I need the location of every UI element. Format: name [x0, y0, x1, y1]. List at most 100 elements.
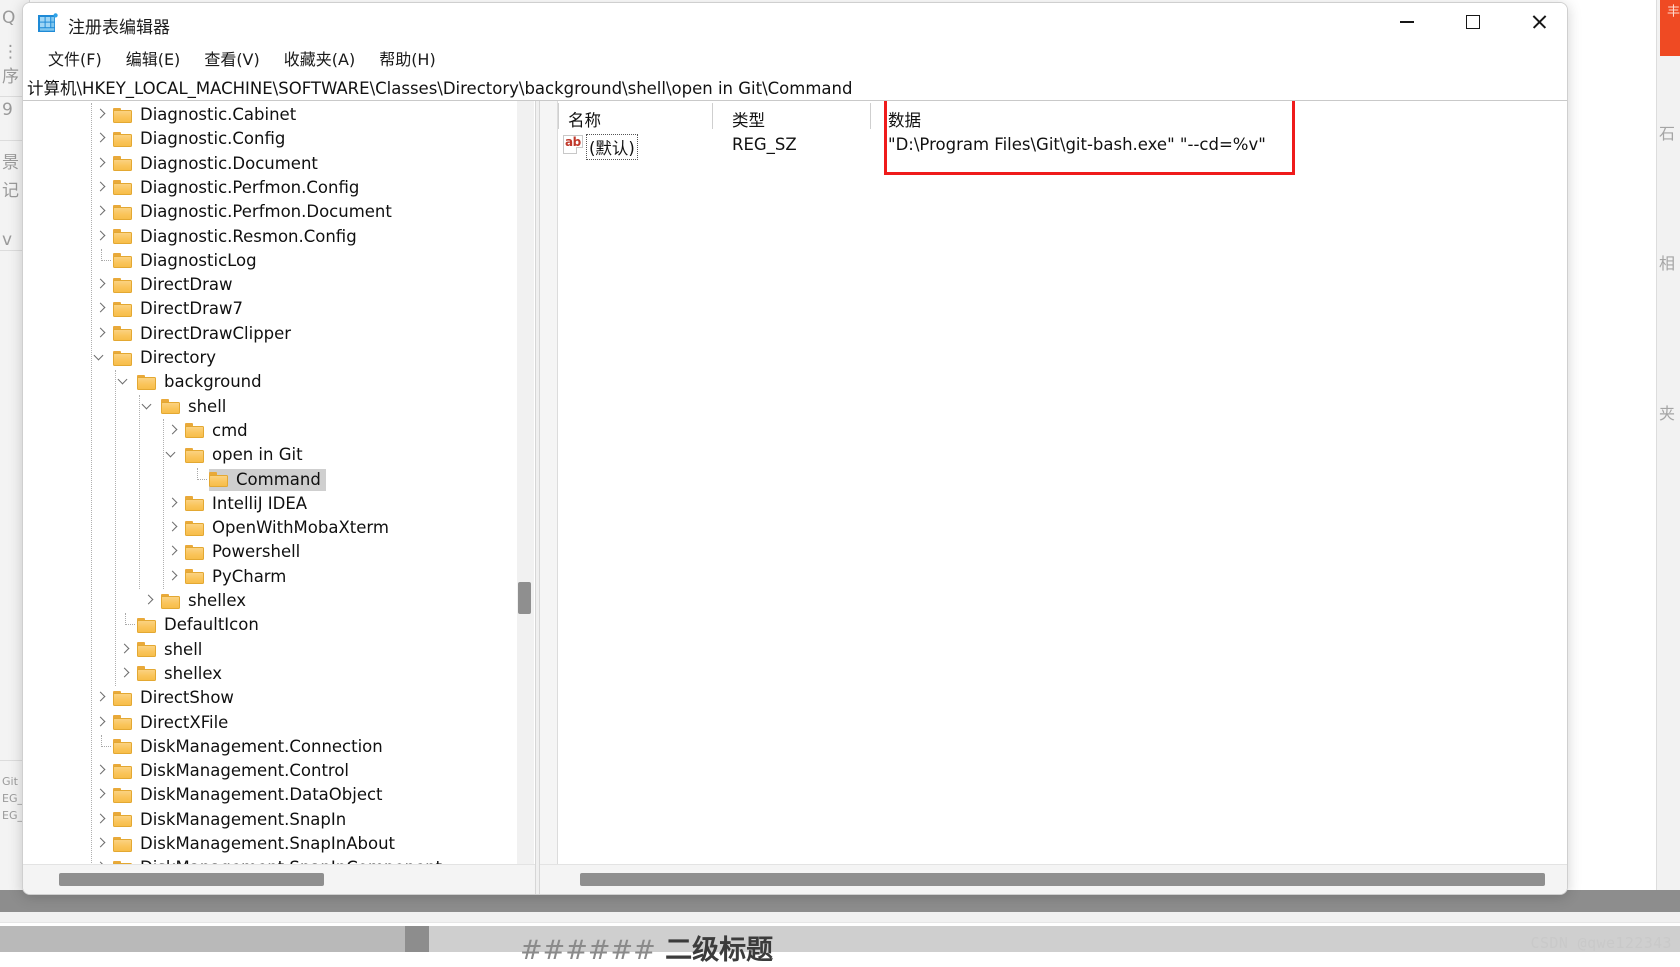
tree-toggle[interactable] — [139, 589, 161, 613]
tree-item-content[interactable]: Diagnostic.Perfmon.Document — [113, 201, 394, 223]
tree-item[interactable]: DiskManagement.SnapInComponent — [45, 856, 444, 864]
values-horizontal-scroll-thumb[interactable] — [580, 873, 1545, 886]
tree-item[interactable]: DirectDraw — [45, 273, 235, 297]
chevron-down-icon[interactable] — [93, 350, 104, 361]
tree-item-content[interactable]: background — [137, 371, 264, 393]
tree-toggle[interactable] — [115, 370, 137, 394]
chevron-right-icon[interactable] — [95, 327, 106, 338]
tree-item[interactable]: Diagnostic.Resmon.Config — [45, 225, 359, 249]
tree-item-content[interactable]: IntelliJ IDEA — [185, 493, 309, 515]
tree-item[interactable]: Command — [45, 467, 326, 492]
chevron-right-icon[interactable] — [95, 278, 106, 289]
tree-item[interactable]: DiskManagement.Connection — [45, 734, 385, 759]
tree-toggle[interactable] — [91, 686, 113, 710]
chevron-right-icon[interactable] — [95, 181, 106, 192]
tree-item-content[interactable]: Directory — [113, 347, 218, 369]
tree-item[interactable]: DirectXFile — [45, 711, 230, 735]
tree-item[interactable]: DirectDrawClipper — [45, 322, 293, 346]
tree-toggle[interactable] — [115, 662, 137, 686]
tree-item-content[interactable]: cmd — [185, 420, 250, 442]
tree-toggle[interactable] — [91, 734, 113, 759]
tree-item-content[interactable]: shellex — [137, 663, 224, 685]
chevron-right-icon[interactable] — [95, 132, 106, 143]
tree-item-content[interactable]: open in Git — [185, 444, 305, 466]
tree-item[interactable]: Diagnostic.Perfmon.Document — [45, 200, 394, 224]
chevron-right-icon[interactable] — [167, 424, 178, 435]
menu-file[interactable]: 文件(F) — [39, 44, 111, 72]
tree-item[interactable]: DirectShow — [45, 686, 236, 710]
chevron-right-icon[interactable] — [95, 837, 106, 848]
values-horizontal-scrollbar[interactable] — [540, 864, 1567, 894]
tree-toggle[interactable] — [91, 297, 113, 321]
chevron-right-icon[interactable] — [95, 157, 106, 168]
tree-item-content[interactable]: DirectDrawClipper — [113, 323, 293, 345]
tree-item[interactable]: Powershell — [45, 540, 302, 564]
tree-item[interactable]: background — [45, 370, 264, 394]
tree-vertical-scrollbar[interactable] — [517, 101, 534, 864]
minimize-button[interactable] — [1383, 3, 1431, 41]
tree-toggle[interactable] — [163, 565, 185, 589]
tree-toggle[interactable] — [163, 540, 185, 564]
tree-toggle[interactable] — [91, 225, 113, 249]
chevron-right-icon[interactable] — [95, 302, 106, 313]
chevron-right-icon[interactable] — [95, 108, 106, 119]
registry-key-tree[interactable]: Diagnostic.Cabinet Diagnostic.Config Diagn… — [45, 101, 535, 864]
tree-horizontal-scrollbar[interactable] — [23, 864, 535, 894]
tree-item-content[interactable]: Diagnostic.Resmon.Config — [113, 226, 359, 248]
chevron-down-icon[interactable] — [165, 447, 176, 458]
tree-item-content[interactable]: Diagnostic.Perfmon.Config — [113, 177, 361, 199]
tree-item-content[interactable]: DirectXFile — [113, 712, 230, 734]
menu-help[interactable]: 帮助(H) — [370, 44, 445, 72]
chevron-right-icon[interactable] — [167, 521, 178, 532]
tree-item[interactable]: Directory — [45, 346, 218, 370]
tree-item[interactable]: Diagnostic.Cabinet — [45, 103, 298, 127]
tree-item-content[interactable]: DirectDraw — [113, 274, 235, 296]
tree-toggle[interactable] — [115, 638, 137, 662]
tree-item[interactable]: DirectDraw7 — [45, 297, 245, 321]
chevron-right-icon[interactable] — [119, 643, 130, 654]
tree-toggle[interactable] — [163, 443, 185, 467]
tree-toggle[interactable] — [91, 856, 113, 864]
tree-item-content[interactable]: DiagnosticLog — [113, 250, 259, 272]
tree-item[interactable]: shellex — [45, 662, 224, 686]
tree-item-content[interactable]: DiskManagement.SnapIn — [113, 809, 348, 831]
chevron-right-icon[interactable] — [95, 788, 106, 799]
tree-item-content[interactable]: DiskManagement.SnapInComponent — [113, 857, 444, 864]
tree-item-content[interactable]: shellex — [161, 590, 248, 612]
tree-item[interactable]: shell — [45, 638, 204, 662]
menu-favorites[interactable]: 收藏夹(A) — [275, 44, 364, 72]
tree-item-content[interactable]: PyCharm — [185, 566, 288, 588]
close-button[interactable] — [1515, 3, 1563, 41]
chevron-right-icon[interactable] — [143, 594, 154, 605]
chevron-right-icon[interactable] — [167, 545, 178, 556]
tree-toggle[interactable] — [163, 516, 185, 540]
tree-toggle[interactable] — [91, 759, 113, 783]
tree-toggle[interactable] — [91, 200, 113, 224]
tree-item-content[interactable]: shell — [137, 639, 204, 661]
tree-item[interactable]: DiskManagement.SnapInAbout — [45, 832, 397, 856]
tree-item[interactable]: Diagnostic.Perfmon.Config — [45, 176, 361, 200]
tree-toggle[interactable] — [91, 248, 113, 273]
column-header-type[interactable]: 类型 — [732, 107, 765, 131]
tree-toggle[interactable] — [187, 467, 209, 492]
tree-item-content[interactable]: DiskManagement.DataObject — [113, 784, 385, 806]
chevron-right-icon[interactable] — [167, 497, 178, 508]
tree-toggle[interactable] — [91, 711, 113, 735]
tree-item-content[interactable]: DiskManagement.Connection — [113, 736, 385, 758]
tree-item-content[interactable]: shell — [161, 396, 228, 418]
tree-toggle[interactable] — [91, 103, 113, 127]
tree-item[interactable]: open in Git — [45, 443, 305, 467]
tree-item-content[interactable]: Powershell — [185, 541, 302, 563]
tree-item[interactable]: IntelliJ IDEA — [45, 492, 309, 516]
menu-edit[interactable]: 编辑(E) — [117, 44, 190, 72]
tree-item[interactable]: DiskManagement.Control — [45, 759, 351, 783]
tree-toggle[interactable] — [91, 808, 113, 832]
menu-view[interactable]: 查看(V) — [195, 44, 268, 72]
tree-item-content[interactable]: DirectDraw7 — [113, 298, 245, 320]
chevron-right-icon[interactable] — [95, 205, 106, 216]
tree-item[interactable]: DiagnosticLog — [45, 248, 259, 273]
tree-toggle[interactable] — [91, 783, 113, 807]
maximize-button[interactable] — [1449, 3, 1497, 41]
tree-item-content[interactable]: DirectShow — [113, 687, 236, 709]
tree-toggle[interactable] — [139, 395, 161, 419]
